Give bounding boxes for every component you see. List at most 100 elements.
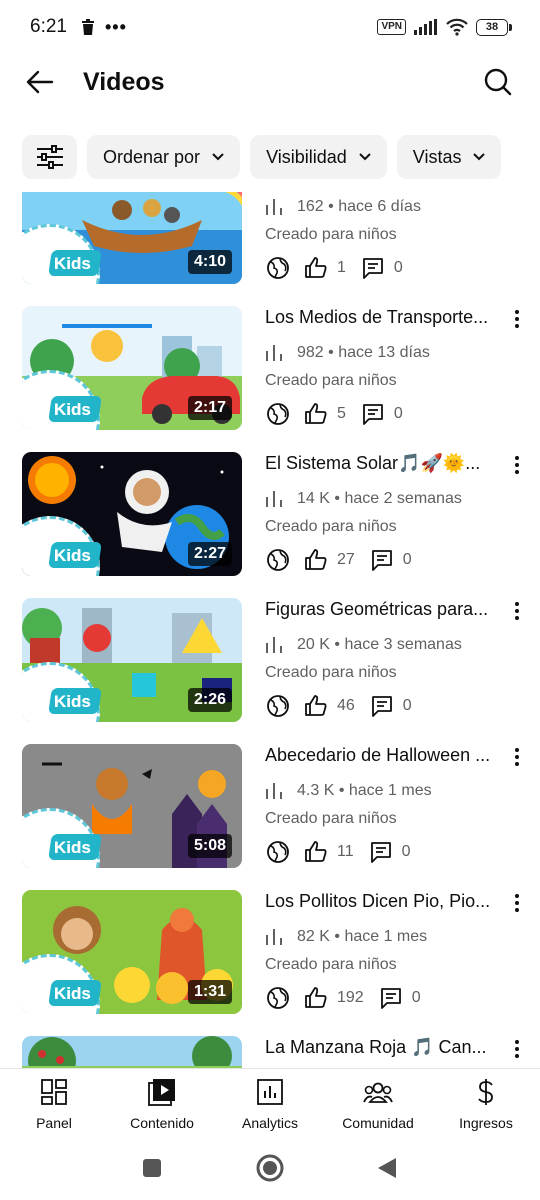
wifi-icon — [446, 18, 468, 36]
video-title[interactable]: Los Pollitos Dicen Pio, Pio... — [265, 891, 509, 917]
globe-icon — [265, 839, 291, 865]
nav-label: Comunidad — [342, 1115, 414, 1131]
back-nav-button[interactable] — [373, 1154, 401, 1182]
more-options-button[interactable] — [507, 308, 527, 330]
kids-logo-text: Kids — [54, 692, 91, 711]
comment-icon — [369, 693, 395, 719]
comment-count: 0 — [402, 697, 412, 714]
sort-by-chip[interactable]: Ordenar por — [87, 135, 241, 179]
nav-label: Panel — [36, 1115, 72, 1131]
more-options-button[interactable] — [507, 1038, 527, 1060]
video-stats: 82 K • hace 1 mes — [265, 926, 427, 948]
video-item[interactable]: Kids 5:08 Abecedario de Halloween ... 4.… — [0, 744, 540, 874]
kids-logo-text: Kids — [54, 400, 91, 419]
back-button[interactable] — [20, 62, 60, 102]
video-title[interactable]: El Sistema Solar🎵🚀🌞... — [265, 453, 509, 479]
video-stats: 14 K • hace 2 semanas — [265, 488, 462, 510]
video-actions: 1 0 — [265, 254, 403, 282]
video-thumbnail[interactable]: Kids 2:26 — [22, 598, 242, 722]
nav-label: Analytics — [241, 1115, 299, 1131]
audience-label: Creado para niños — [265, 518, 397, 535]
video-item[interactable]: Kids 1:31 Los Pollitos Dicen Pio, Pio...… — [0, 890, 540, 1020]
chevron-down-icon — [359, 153, 371, 161]
view-count: 82 K — [297, 928, 330, 945]
globe-icon — [265, 693, 291, 719]
chevron-down-icon — [212, 153, 224, 161]
video-duration: 5:08 — [187, 834, 232, 858]
upload-age: hace 13 días — [338, 344, 430, 361]
more-options-button[interactable] — [507, 892, 527, 914]
more-vert-icon — [515, 456, 519, 474]
meta-separator: • — [338, 782, 345, 799]
view-count: 4.3 K — [297, 782, 335, 799]
vpn-badge: VPN — [377, 19, 406, 35]
video-stats: 162 • hace 6 días — [265, 196, 421, 218]
like-count: 192 — [337, 989, 364, 1006]
bottom-navigation: Panel Contenido Analytics Comunidad Ingr… — [0, 1068, 540, 1134]
view-count: 982 — [297, 344, 324, 361]
kids-logo-text: Kids — [54, 254, 91, 273]
video-thumbnail[interactable]: Kids 2:17 — [22, 306, 242, 430]
more-options-button[interactable] — [507, 454, 527, 476]
nav-label: Contenido — [130, 1115, 194, 1131]
video-list: Kids 4:10 162 • hace 6 días Creado para … — [0, 192, 540, 1068]
globe-icon — [265, 401, 291, 427]
video-title[interactable]: Abecedario de Halloween ... — [265, 745, 509, 771]
globe-icon — [265, 547, 291, 573]
video-item[interactable]: Kids 4:10 162 • hace 6 días Creado para … — [0, 192, 540, 290]
nav-earn[interactable]: Ingresos — [432, 1069, 540, 1134]
video-item[interactable]: Kids 2:26 Figuras Geométricas para... 20… — [0, 598, 540, 728]
video-thumbnail[interactable]: Kids 5:08 — [22, 744, 242, 868]
app-header: Videos — [0, 54, 540, 110]
video-duration: 4:10 — [187, 250, 232, 274]
chevron-down-icon — [473, 153, 486, 161]
status-time: 6:21 — [30, 16, 67, 37]
video-actions: 11 0 — [265, 838, 411, 866]
video-item[interactable]: La Manzana Roja 🎵 Can... — [0, 1036, 540, 1068]
community-icon — [363, 1077, 393, 1107]
video-title[interactable]: La Manzana Roja 🎵 Can... — [265, 1037, 509, 1063]
analytics-bars-icon — [266, 637, 282, 653]
thumbs-up-icon — [303, 547, 329, 573]
video-actions: 46 0 — [265, 692, 412, 720]
video-thumbnail[interactable] — [22, 1036, 242, 1068]
comment-count: 0 — [401, 843, 411, 860]
home-button[interactable] — [256, 1154, 284, 1182]
meta-separator: • — [328, 344, 334, 361]
nav-analytics[interactable]: Analytics — [216, 1069, 324, 1134]
more-options-button[interactable] — [507, 600, 527, 622]
comment-count: 0 — [411, 989, 421, 1006]
comment-count: 0 — [402, 551, 412, 568]
search-button[interactable] — [478, 62, 518, 102]
nav-panel[interactable]: Panel — [0, 1069, 108, 1134]
visibility-chip[interactable]: Visibilidad — [250, 135, 387, 179]
comment-count: 0 — [393, 405, 403, 422]
upload-age: hace 1 mes — [344, 928, 428, 945]
video-title[interactable]: Los Medios de Transporte... — [265, 307, 509, 333]
analytics-bars-icon — [266, 199, 282, 215]
square-icon — [143, 1159, 161, 1177]
more-options-button[interactable] — [507, 746, 527, 768]
views-chip[interactable]: Vistas — [396, 135, 502, 179]
video-thumbnail[interactable]: Kids 4:10 — [22, 192, 242, 284]
nav-community[interactable]: Comunidad — [324, 1069, 432, 1134]
video-thumbnail[interactable]: Kids 1:31 — [22, 890, 242, 1014]
battery-icon: 38 — [476, 18, 512, 36]
upload-age: hace 2 semanas — [344, 490, 462, 507]
signal-icon — [414, 19, 437, 35]
video-duration: 1:31 — [187, 980, 232, 1004]
recent-apps-button[interactable] — [138, 1154, 166, 1182]
video-item[interactable]: Kids 2:17 Los Medios de Transporte... 98… — [0, 306, 540, 436]
like-count: 46 — [337, 697, 355, 714]
video-item[interactable]: Kids 2:27 El Sistema Solar🎵🚀🌞... 14 K • … — [0, 452, 540, 582]
sort-by-label: Ordenar por — [103, 146, 201, 167]
battery-level: 38 — [485, 21, 499, 33]
video-actions: 5 0 — [265, 400, 403, 428]
kids-logo-text: Kids — [54, 984, 91, 1003]
video-thumbnail[interactable]: Kids 2:27 — [22, 452, 242, 576]
filters-button[interactable] — [22, 135, 77, 179]
nav-content[interactable]: Contenido — [108, 1069, 216, 1134]
system-navigation-bar — [0, 1134, 540, 1200]
thumbs-up-icon — [303, 985, 329, 1011]
video-title[interactable]: Figuras Geométricas para... — [265, 599, 509, 625]
